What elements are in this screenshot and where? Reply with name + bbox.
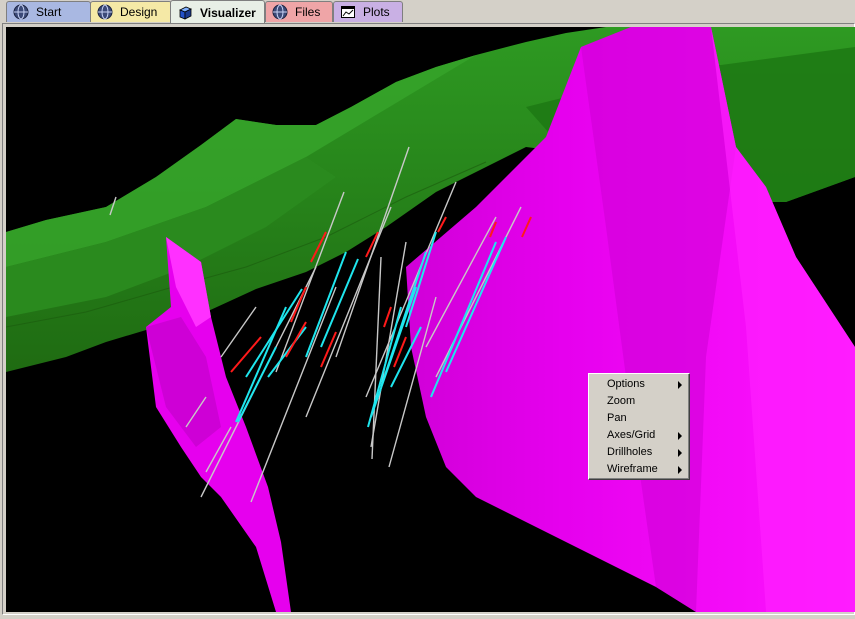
menu-item-wireframe[interactable]: Wireframe xyxy=(589,461,689,478)
menu-item-options[interactable]: Options xyxy=(589,376,689,393)
menu-item-label: Options xyxy=(607,378,645,390)
menu-item-label: Pan xyxy=(607,412,627,424)
menu-item-zoom[interactable]: Zoom xyxy=(589,393,689,410)
submenu-arrow-icon xyxy=(678,432,682,440)
menu-item-pan[interactable]: Pan xyxy=(589,410,689,427)
3d-cube-icon xyxy=(177,5,193,21)
menu-item-axes-grid[interactable]: Axes/Grid xyxy=(589,427,689,444)
globe-icon xyxy=(97,4,113,20)
submenu-arrow-icon xyxy=(678,381,682,389)
menu-item-label: Drillholes xyxy=(607,446,653,458)
menu-item-label: Wireframe xyxy=(607,463,658,475)
tab-label: Design xyxy=(120,5,158,19)
tab-start[interactable]: Start xyxy=(6,1,91,22)
menu-item-drillholes[interactable]: Drillholes xyxy=(589,444,689,461)
submenu-arrow-icon xyxy=(678,449,682,457)
submenu-arrow-icon xyxy=(678,466,682,474)
viewport-context-menu: Options Zoom Pan Axes/Grid Drillholes Wi… xyxy=(588,373,690,480)
tab-plots[interactable]: Plots xyxy=(333,1,403,22)
menu-item-label: Axes/Grid xyxy=(607,429,656,441)
scene-canvas xyxy=(6,27,855,612)
tab-design[interactable]: Design xyxy=(90,1,172,22)
tab-label: Visualizer xyxy=(200,5,256,20)
tab-visualizer[interactable]: Visualizer xyxy=(170,0,265,24)
chart-window-icon xyxy=(340,4,356,20)
tab-files[interactable]: Files xyxy=(265,1,333,22)
globe-icon xyxy=(272,4,288,20)
tab-label: Plots xyxy=(363,5,390,19)
tab-label: Start xyxy=(36,5,62,19)
menu-item-label: Zoom xyxy=(607,395,636,407)
tab-label: Files xyxy=(295,5,321,19)
3d-viewport[interactable] xyxy=(6,27,855,612)
globe-icon xyxy=(13,4,29,20)
tab-strip: Start Design Visualizer Files Plots xyxy=(0,0,855,24)
